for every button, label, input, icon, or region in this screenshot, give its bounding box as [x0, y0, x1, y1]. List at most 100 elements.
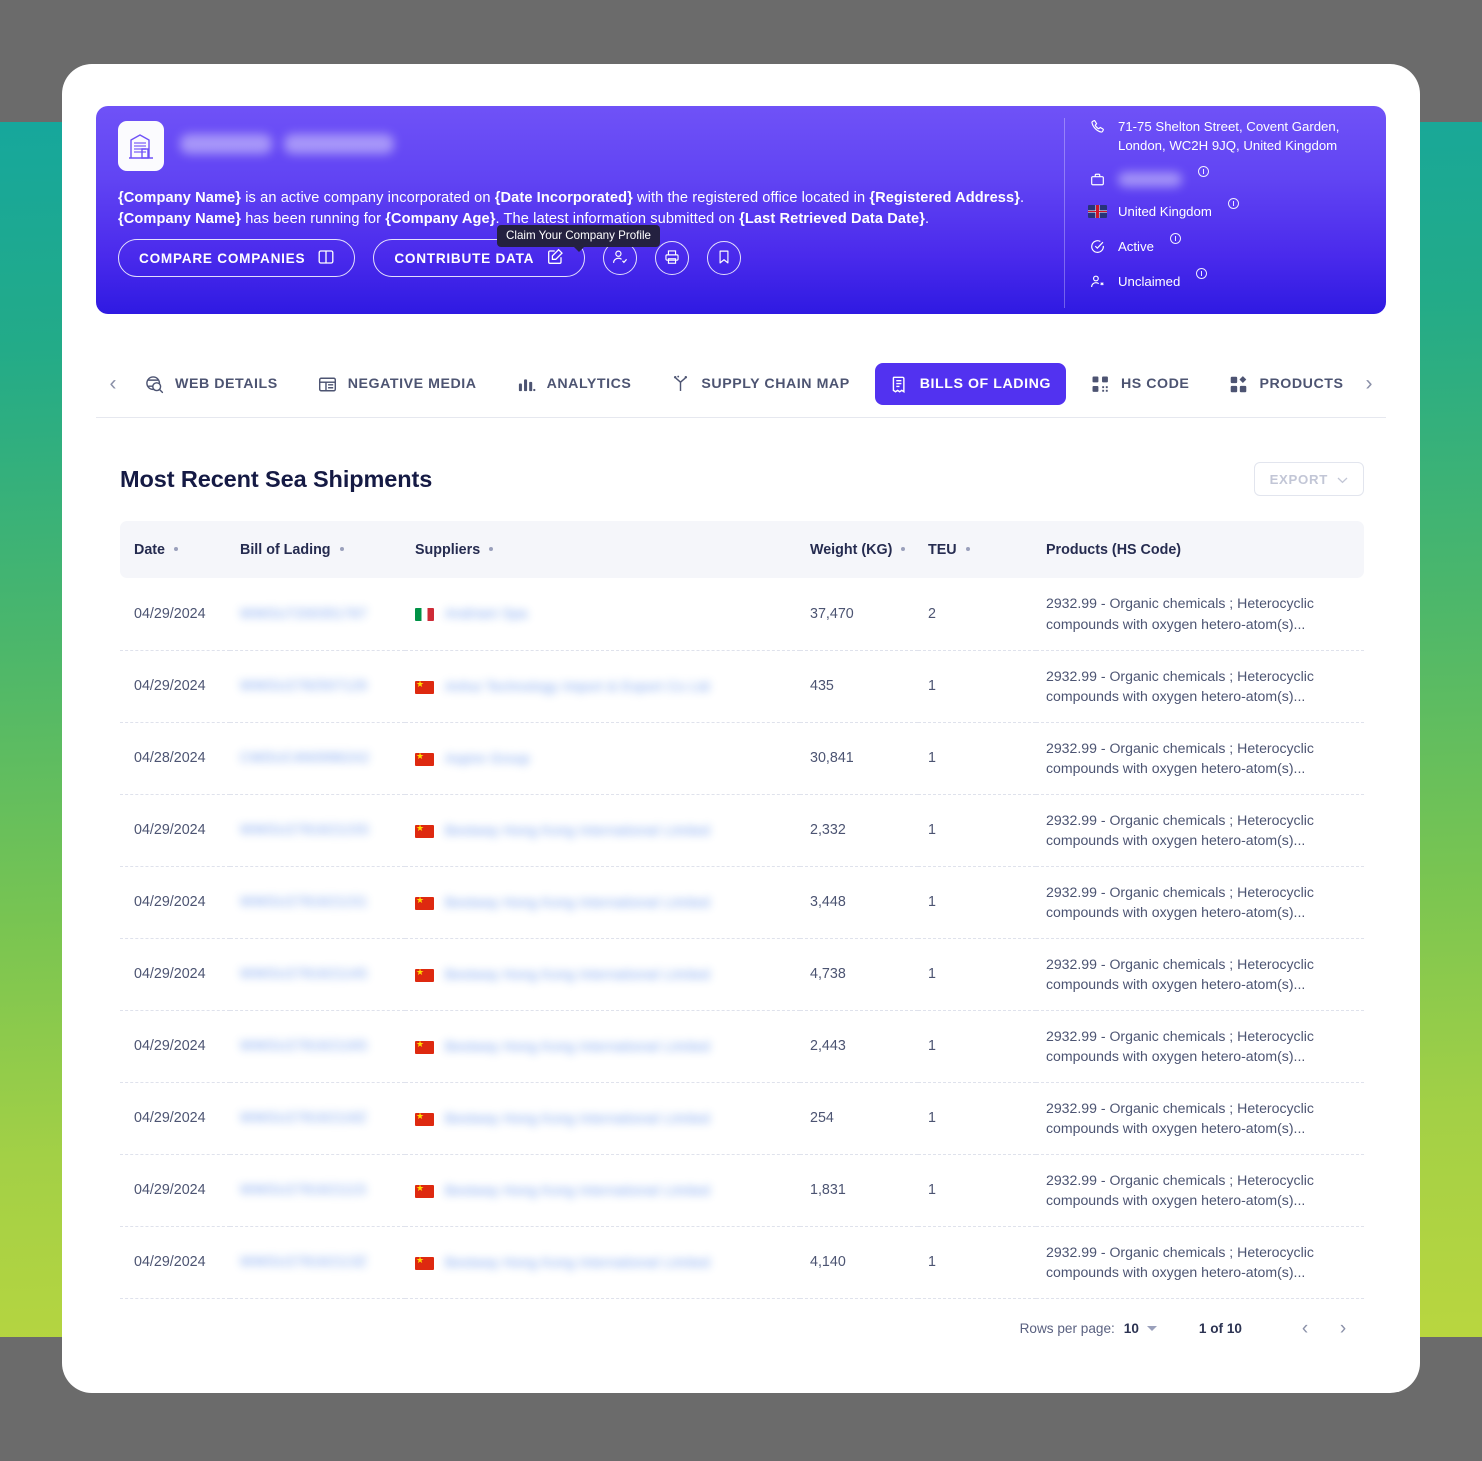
table-row[interactable]: 04/29/2024 WWGU278162114S Bestway Hong Kon… [120, 938, 1364, 1011]
bill-of-lading-link[interactable]: WWGU7200351767 [240, 606, 367, 621]
user-check-icon [612, 249, 628, 268]
cell-bill-of-lading[interactable]: WWGU27816211SS [230, 794, 405, 867]
cell-supplier[interactable]: Andriani Spa [405, 578, 800, 651]
cell-supplier[interactable]: Bestway Hong Kong International Limited [405, 1154, 800, 1227]
table-row[interactable]: 04/29/2024 WWGU27816211SS Bestway Hong Kon… [120, 794, 1364, 867]
previous-page-button[interactable]: ‹ [1286, 1310, 1324, 1348]
company-country: United Kingdom [1118, 204, 1212, 220]
supplier-link[interactable]: Anhui Technology Import & Export Co Ltd [445, 679, 710, 694]
table-row[interactable]: 04/29/2024 WWGU278162111S Bestway Hong Kon… [120, 1154, 1364, 1227]
tab-analytics[interactable]: ANALYTICS [502, 363, 647, 405]
cell-bill-of-lading[interactable]: WWGU278162111S [230, 1154, 405, 1227]
cell-supplier[interactable]: Bestway Hong Kong International Limited [405, 794, 800, 867]
sort-indicator-icon[interactable] [965, 547, 970, 552]
export-button[interactable]: EXPORT [1253, 462, 1364, 496]
industry-info-icon[interactable] [1198, 166, 1209, 178]
table-header: Date Bill of Lading Suppliers Weight (KG) TE… [120, 521, 1364, 578]
cell-bill-of-lading[interactable]: WWGU278162116Z [230, 1082, 405, 1155]
column-header-label: Bill of Lading [240, 541, 331, 558]
tab-products[interactable]: PRODUCTS [1214, 363, 1352, 405]
table-row[interactable]: 04/29/2024 WWGU7200351767 Andriani Spa 37,4… [120, 578, 1364, 651]
column-header-teu[interactable]: TEU [918, 521, 1036, 578]
supplier-link[interactable]: Bestway Hong Kong International Limited [445, 823, 710, 838]
cell-bill-of-lading[interactable]: CWDUC4N09962A2 [230, 722, 405, 795]
sort-indicator-icon[interactable] [489, 547, 494, 552]
bill-of-lading-link[interactable]: WWGU2782507129 [240, 678, 367, 693]
bill-of-lading-link[interactable]: WWGU27816211S1 [240, 894, 368, 909]
column-header-date[interactable]: Date [120, 521, 230, 578]
column-header-weight-kg-[interactable]: Weight (KG) [800, 521, 918, 578]
cell-weight: 254 [800, 1082, 918, 1155]
tab-supply-chain-map[interactable]: SUPPLY CHAIN MAP [656, 363, 864, 405]
column-header-suppliers[interactable]: Suppliers [405, 521, 800, 578]
supplier-link[interactable]: Bestway Hong Kong International Limited [445, 1039, 710, 1054]
column-header-bill-of-lading[interactable]: Bill of Lading [230, 521, 405, 578]
table-row[interactable]: 04/29/2024 WWGU2782507129 Anhui Technology… [120, 650, 1364, 723]
supplier-link[interactable]: Bestway Hong Kong International Limited [445, 1111, 710, 1126]
cell-supplier[interactable]: Anhui Technology Import & Export Co Ltd [405, 650, 800, 723]
bill-of-lading-link[interactable]: WWGU278162116Z [240, 1110, 367, 1125]
company-identity-row [118, 120, 1078, 172]
country-info-icon[interactable] [1227, 198, 1239, 210]
table-row[interactable]: 04/29/2024 WWGU278162113Z Bestway Hong Kon… [120, 1226, 1364, 1299]
status-info-icon[interactable] [1169, 233, 1181, 245]
bill-of-lading-link[interactable]: WWGU278162111S [240, 1182, 367, 1197]
bookmark-button[interactable] [707, 241, 742, 275]
tabs-scroll-right-button[interactable]: › [1352, 372, 1386, 396]
cell-bill-of-lading[interactable]: WWGU278162113Z [230, 1226, 405, 1299]
sort-indicator-icon[interactable] [174, 547, 178, 552]
cell-bill-of-lading[interactable]: WWGU27816211S1 [230, 866, 405, 939]
bill-of-lading-link[interactable]: WWGU278162114S [240, 966, 368, 981]
rows-per-page-caret-icon[interactable] [1146, 1326, 1157, 1331]
cell-date: 04/29/2024 [120, 1226, 230, 1299]
cell-supplier[interactable]: Bestway Hong Kong International Limited [405, 1226, 800, 1299]
cell-teu: 2 [918, 578, 1036, 651]
tab-hs-code[interactable]: HS CODE [1076, 363, 1205, 405]
page-title: Most Recent Sea Shipments [120, 465, 433, 492]
sort-indicator-icon[interactable] [339, 547, 344, 552]
bill-of-lading-link[interactable]: WWGU27816211SS [240, 822, 369, 837]
table-row[interactable]: 04/29/2024 WWGU278162116Z Bestway Hong Kon… [120, 1082, 1364, 1155]
table-row[interactable]: 04/29/2024 WWGU27816211S1 Bestway Hong Kon… [120, 866, 1364, 939]
cell-bill-of-lading[interactable]: WWGU7200351767 [230, 578, 405, 651]
supplier-link[interactable]: Bestway Hong Kong International Limited [445, 895, 710, 910]
cell-supplier[interactable]: Aspire Group [405, 722, 800, 795]
cell-supplier[interactable]: Bestway Hong Kong International Limited [405, 1082, 800, 1155]
table-row[interactable]: 04/29/2024 WWGU278162116S Bestway Hong Kon… [120, 1010, 1364, 1083]
meta-row-status: Active [1089, 233, 1364, 257]
supplier-link[interactable]: Bestway Hong Kong International Limited [445, 1255, 710, 1270]
supplier-link[interactable]: Bestway Hong Kong International Limited [445, 967, 710, 982]
sort-indicator-icon[interactable] [901, 547, 906, 552]
cell-bill-of-lading[interactable]: WWGU278162116S [230, 1010, 405, 1083]
cell-products: 2932.99 - Organic chemicals ; Heterocycl… [1036, 1010, 1364, 1083]
bill-of-lading-link[interactable]: WWGU278162116S [240, 1038, 368, 1053]
cell-date: 04/29/2024 [120, 866, 230, 939]
table-row[interactable]: 04/28/2024 CWDUC4N09962A2 Aspire Group 30,8… [120, 722, 1364, 795]
supplier-link[interactable]: Aspire Group [445, 751, 530, 766]
tab-negative-media[interactable]: NEGATIVE MEDIA [303, 363, 492, 405]
tabs-scroll-left-button[interactable]: ‹ [96, 372, 130, 396]
print-button[interactable] [655, 241, 690, 275]
bill-of-lading-link[interactable]: CWDUC4N09962A2 [240, 750, 370, 765]
products-grid-icon [1229, 375, 1248, 394]
column-header-products-hs-code-: Products (HS Code) [1036, 521, 1364, 578]
claim-info-icon[interactable] [1196, 267, 1208, 279]
cell-bill-of-lading[interactable]: WWGU2782507129 [230, 650, 405, 723]
cell-supplier[interactable]: Bestway Hong Kong International Limited [405, 866, 800, 939]
supplier-link[interactable]: Bestway Hong Kong International Limited [445, 1183, 710, 1198]
rows-per-page-value[interactable]: 10 [1124, 1321, 1139, 1336]
supplier-cell: Bestway Hong Kong International Limited [415, 895, 790, 910]
document-list-icon [890, 375, 909, 394]
cell-teu: 1 [918, 1082, 1036, 1155]
cell-teu: 1 [918, 650, 1036, 723]
bill-of-lading-link[interactable]: WWGU278162113Z [240, 1254, 367, 1269]
tab-web-details[interactable]: WEB DETAILS [130, 363, 293, 405]
tab-bills-of-lading[interactable]: BILLS OF LADING [874, 363, 1066, 405]
cell-supplier[interactable]: Bestway Hong Kong International Limited [405, 1010, 800, 1083]
cell-supplier[interactable]: Bestway Hong Kong International Limited [405, 938, 800, 1011]
next-page-button[interactable]: › [1324, 1310, 1362, 1348]
check-circle-icon [1089, 238, 1106, 254]
supplier-link[interactable]: Andriani Spa [445, 606, 528, 621]
cell-bill-of-lading[interactable]: WWGU278162114S [230, 938, 405, 1011]
compare-companies-button[interactable]: COMPARE COMPANIES [118, 239, 356, 277]
